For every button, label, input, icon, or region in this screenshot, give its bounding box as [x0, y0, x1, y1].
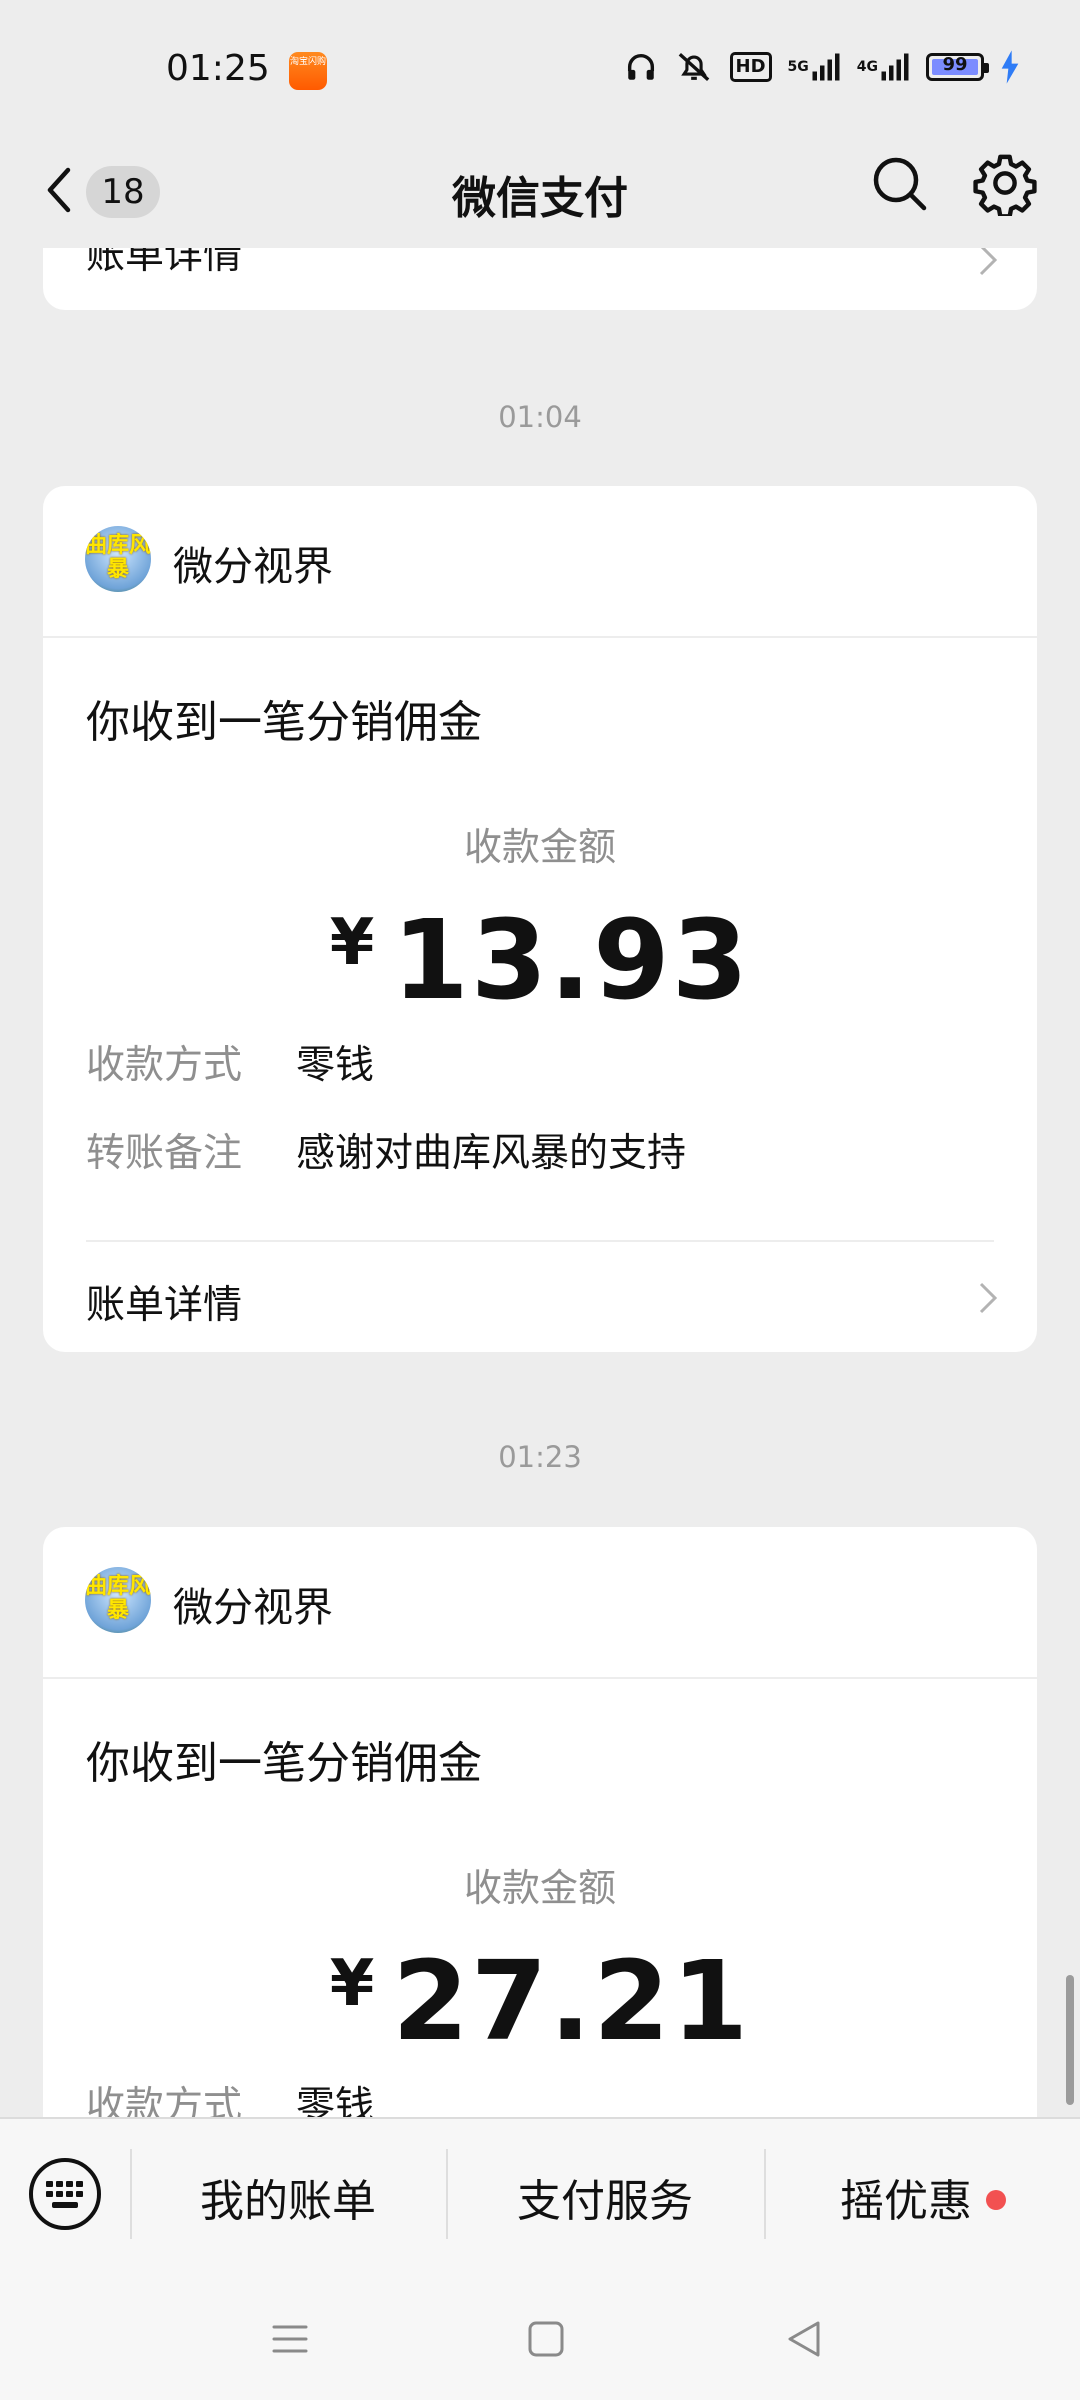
bill-detail-link[interactable]: 账单详情 — [86, 248, 242, 280]
home-icon[interactable] — [522, 2315, 570, 2363]
transfer-note-key: 转账备注 — [86, 1131, 243, 1176]
bottom-menu-bar: 我的账单 支付服务 摇优惠 — [0, 2117, 1080, 2279]
message-title: 你收到一笔分销佣金 — [86, 1738, 482, 1789]
card-header: 曲库风暴 微分视界 — [43, 1527, 1037, 1679]
menu-my-bills[interactable]: 我的账单 — [132, 2165, 444, 2229]
currency-symbol: ¥ — [329, 906, 375, 980]
back-triangle-icon[interactable] — [780, 2315, 828, 2363]
sender-name: 微分视界 — [173, 1585, 333, 1631]
headphones-icon — [624, 50, 658, 84]
amount-label: 收款金额 — [463, 825, 616, 869]
avatar: 曲库风暴 — [85, 1567, 151, 1633]
message-title: 你收到一笔分销佣金 — [86, 697, 482, 748]
signal-4g-icon: 4G — [857, 50, 910, 84]
amount-label: 收款金额 — [463, 1866, 616, 1910]
chat-header: 18 微信支付 — [0, 140, 1080, 248]
taobao-app-icon: 淘宝闪购 — [289, 52, 327, 90]
search-icon[interactable] — [868, 152, 932, 216]
avatar: 曲库风暴 — [85, 526, 151, 592]
payment-message-card[interactable]: 曲库风暴 微分视界 你收到一笔分销佣金 收款金额 ¥13.93 收款方式 零钱 转… — [43, 486, 1037, 1352]
keyboard-toggle-icon[interactable] — [28, 2157, 102, 2231]
scrollbar-thumb[interactable] — [1066, 1975, 1074, 2105]
charging-icon — [1000, 50, 1020, 84]
hd-icon: HD — [729, 50, 772, 84]
battery-icon: 99 — [926, 50, 989, 84]
notification-dot — [986, 2190, 1006, 2210]
payment-method-value: 零钱 — [296, 1043, 375, 1088]
bill-detail-link[interactable]: 账单详情 — [86, 1274, 242, 1330]
sender-name: 微分视界 — [173, 544, 333, 590]
chevron-right-icon — [979, 1282, 998, 1314]
message-timestamp: 01:04 — [498, 400, 582, 434]
amount-value: 27.21 — [392, 1937, 751, 2065]
currency-symbol: ¥ — [329, 1947, 375, 2021]
menu-shake-offers-label: 摇优惠 — [840, 2176, 972, 2227]
payment-method-row: 收款方式 零钱 — [86, 1034, 374, 1090]
status-bar: 01:25 淘宝闪购 HD 5G 4G 99 — [0, 0, 1080, 140]
system-nav-bar — [0, 2277, 1080, 2400]
amount-value: 13.93 — [392, 896, 751, 1024]
status-icons: HD 5G 4G 99 — [624, 50, 1020, 84]
status-time: 01:25 — [166, 48, 270, 89]
chevron-right-icon — [979, 248, 998, 276]
divider — [86, 1240, 994, 1242]
signal-5g-icon: 5G — [788, 50, 841, 84]
transfer-note-row: 转账备注 感谢对曲库风暴的支持 — [86, 1122, 686, 1178]
mute-bell-icon — [674, 50, 714, 84]
recent-apps-icon[interactable] — [266, 2315, 314, 2363]
transfer-note-value: 感谢对曲库风暴的支持 — [296, 1131, 687, 1176]
amount-display: ¥27.21 — [43, 1937, 1037, 2065]
menu-shake-offers[interactable]: 摇优惠 — [766, 2165, 1080, 2229]
payment-message-card[interactable]: 曲库风暴 微分视界 你收到一笔分销佣金 收款金额 ¥27.21 收款方式 零钱 — [43, 1527, 1037, 2147]
payment-method-key: 收款方式 — [86, 1043, 243, 1088]
message-card-partial[interactable]: 账单详情 — [43, 248, 1037, 310]
menu-payment-services[interactable]: 支付服务 — [448, 2165, 762, 2229]
card-header: 曲库风暴 微分视界 — [43, 486, 1037, 638]
gear-icon[interactable] — [972, 150, 1038, 219]
amount-display: ¥13.93 — [43, 896, 1037, 1024]
message-timestamp: 01:23 — [498, 1440, 582, 1474]
